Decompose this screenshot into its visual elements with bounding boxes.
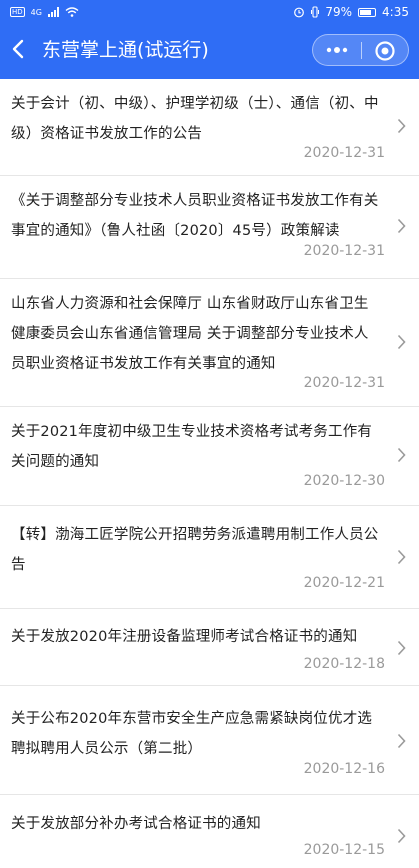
article-title: 关于发放部分补办考试合格证书的通知 [11, 816, 261, 832]
list-item[interactable]: 《关于调整部分专业技术人员职业资格证书发放工作有关事宜的通知》（鲁人社函〔202… [0, 176, 419, 279]
wifi-icon [65, 7, 79, 17]
chevron-right-icon [397, 640, 406, 656]
list-item[interactable]: 关于公布2020年东营市安全生产应急需紧缺岗位优才选聘拟聘用人员公示（第二批） … [0, 686, 419, 795]
app-header: HD 4G 79% 4:35 东营掌上通(试运行) [0, 0, 419, 79]
target-circle-icon[interactable] [374, 40, 396, 62]
status-left: HD 4G [10, 7, 79, 17]
status-bar: HD 4G 79% 4:35 [0, 0, 419, 24]
chevron-right-icon [397, 447, 406, 463]
list-item[interactable]: 关于发放部分补办考试合格证书的通知 2020-12-15 [0, 795, 419, 867]
chevron-right-icon [397, 733, 406, 749]
hd-badge: HD [10, 7, 25, 17]
chevron-right-icon [397, 828, 406, 844]
alarm-icon [294, 7, 305, 18]
article-title: 《关于调整部分专业技术人员职业资格证书发放工作有关事宜的通知》（鲁人社函〔202… [11, 193, 379, 239]
list-item[interactable]: 关于2021年度初中级卫生专业技术资格考试考务工作有关问题的通知 2020-12… [0, 407, 419, 506]
article-date: 2020-12-18 [303, 656, 385, 672]
vibrate-icon [311, 6, 320, 18]
battery-fill [360, 9, 372, 15]
article-title: 山东省人力资源和社会保障厅 山东省财政厅山东省卫生健康委员会山东省通信管理局 关… [11, 296, 369, 372]
article-title: 【转】渤海工匠学院公开招聘劳务派遣聘用制工作人员公告 [11, 527, 379, 573]
article-title: 关于会计（初、中级）、护理学初级（士）、通信（初、中级）资格证书发放工作的公告 [11, 96, 379, 142]
article-date: 2020-12-21 [303, 575, 385, 591]
battery-icon [358, 7, 377, 17]
page-title: 东营掌上通(试运行) [42, 39, 209, 61]
nav-bar: 东营掌上通(试运行) [0, 24, 419, 79]
more-dots-icon[interactable] [324, 41, 350, 59]
chevron-left-icon[interactable] [10, 38, 26, 60]
article-title: 关于公布2020年东营市安全生产应急需紧缺岗位优才选聘拟聘用人员公示（第二批） [11, 711, 373, 757]
signal-icon [47, 7, 59, 17]
network-type-label: 4G [30, 7, 42, 17]
article-date: 2020-12-30 [303, 473, 385, 489]
article-date: 2020-12-31 [303, 375, 385, 391]
article-title: 关于发放2020年注册设备监理师考试合格证书的通知 [11, 629, 358, 645]
status-right: 79% 4:35 [293, 5, 409, 19]
chevron-right-icon [397, 218, 406, 234]
list-item[interactable]: 关于发放2020年注册设备监理师考试合格证书的通知 2020-12-18 [0, 609, 419, 686]
article-date: 2020-12-15 [303, 842, 385, 858]
article-list: 关于会计（初、中级）、护理学初级（士）、通信（初、中级）资格证书发放工作的公告 … [0, 79, 419, 867]
article-date: 2020-12-31 [303, 145, 385, 161]
clock: 4:35 [382, 5, 409, 19]
chevron-right-icon [397, 118, 406, 134]
list-item[interactable]: 关于会计（初、中级）、护理学初级（士）、通信（初、中级）资格证书发放工作的公告 … [0, 79, 419, 176]
list-item[interactable]: 【转】渤海工匠学院公开招聘劳务派遣聘用制工作人员公告 2020-12-21 [0, 506, 419, 609]
list-item[interactable]: 山东省人力资源和社会保障厅 山东省财政厅山东省卫生健康委员会山东省通信管理局 关… [0, 279, 419, 407]
article-title: 关于2021年度初中级卫生专业技术资格考试考务工作有关问题的通知 [11, 424, 373, 470]
capsule-divider [361, 42, 362, 59]
chevron-right-icon [397, 334, 406, 350]
mini-program-capsule [312, 34, 409, 66]
chevron-right-icon [397, 549, 406, 565]
article-date: 2020-12-31 [303, 243, 385, 259]
article-date: 2020-12-16 [303, 761, 385, 777]
battery-percent: 79% [325, 5, 353, 19]
